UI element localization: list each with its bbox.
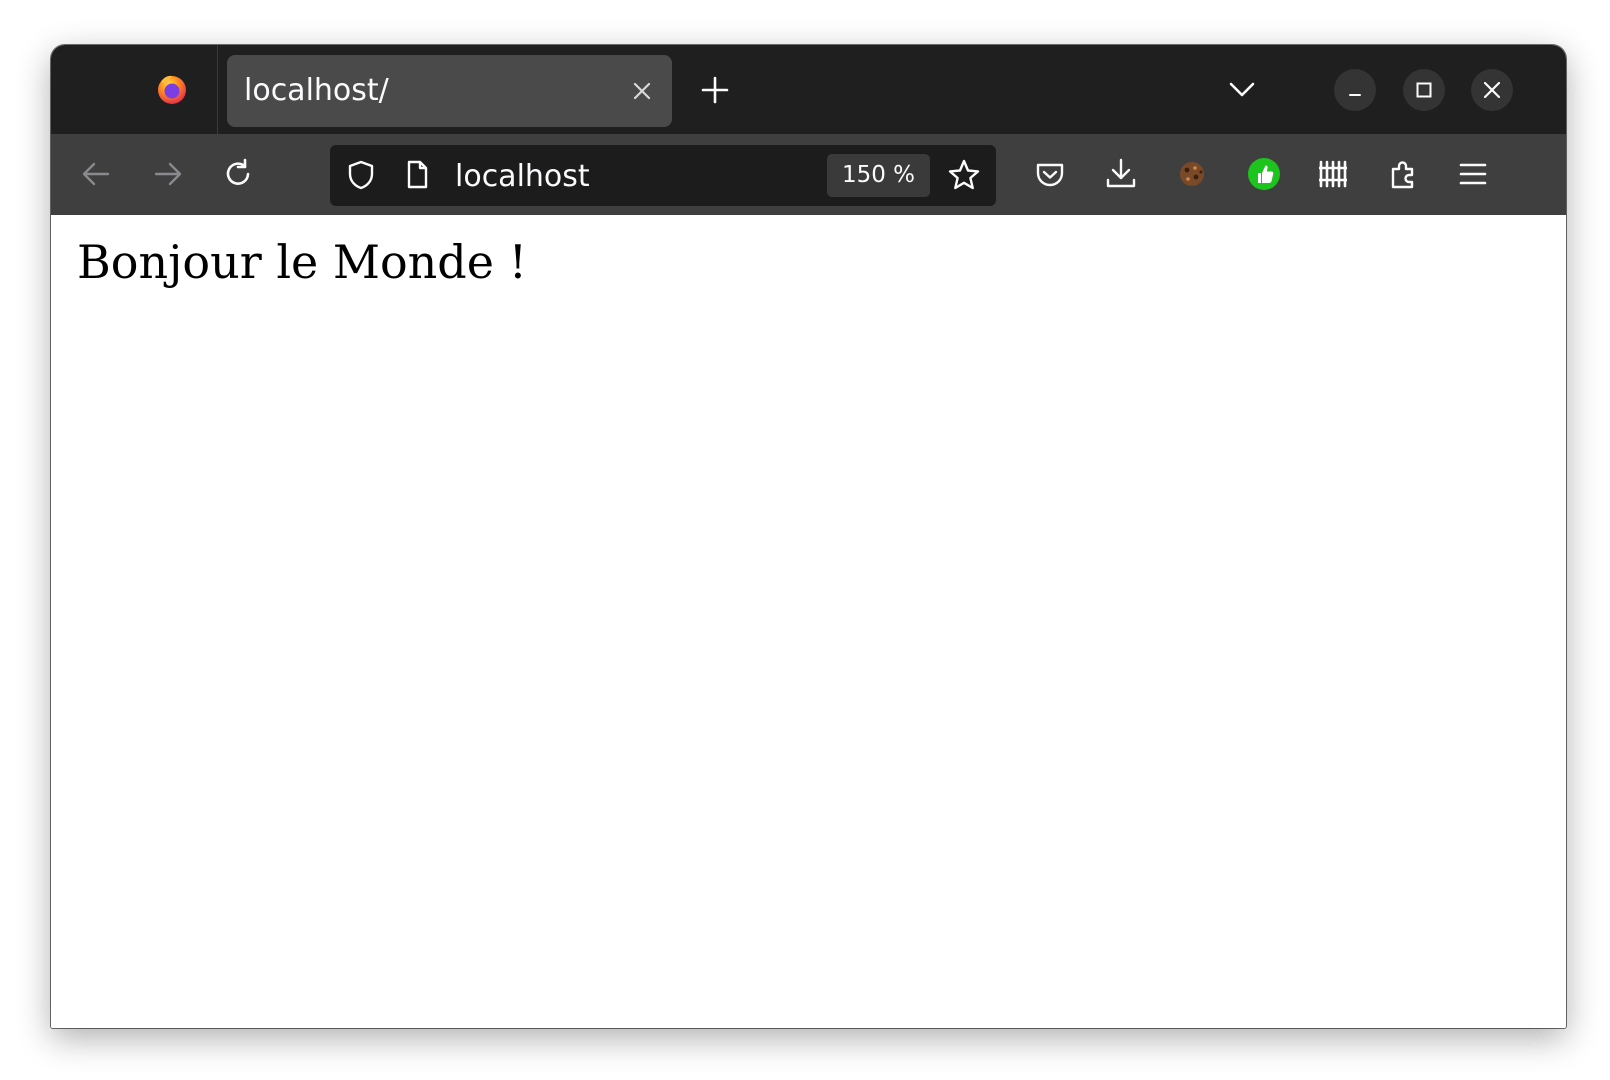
- maximize-icon: [1416, 82, 1432, 98]
- download-icon[interactable]: [1104, 157, 1138, 191]
- tab-strip: localhost/: [51, 45, 1566, 134]
- pocket-icon[interactable]: [1033, 157, 1067, 191]
- extensions-icon[interactable]: [1387, 157, 1421, 191]
- library-icon[interactable]: [1316, 157, 1350, 191]
- thumbs-up-extension-icon[interactable]: [1247, 157, 1281, 191]
- firefox-logo-icon[interactable]: [155, 72, 189, 106]
- chevron-down-icon[interactable]: [1228, 76, 1256, 102]
- tab-active[interactable]: localhost/: [227, 55, 672, 127]
- minimize-icon: [1349, 94, 1361, 96]
- plus-icon[interactable]: [699, 74, 731, 106]
- minimize-button[interactable]: [1334, 69, 1376, 111]
- browser-window: localhost/ localhost 150 % Bonjour le Mo…: [51, 45, 1566, 1028]
- page-heading: Bonjour le Monde !: [77, 235, 528, 289]
- zoom-level-button[interactable]: 150 %: [827, 154, 930, 197]
- star-icon[interactable]: [947, 158, 981, 192]
- desktop-background: localhost/ localhost 150 % Bonjour le Mo…: [0, 0, 1610, 1080]
- shield-icon[interactable]: [344, 158, 378, 192]
- url-text[interactable]: localhost: [455, 159, 590, 194]
- close-icon: [1483, 81, 1501, 99]
- tab-title: localhost/: [244, 73, 389, 108]
- page-icon[interactable]: [400, 158, 434, 192]
- maximize-button[interactable]: [1403, 69, 1445, 111]
- menu-icon[interactable]: [1456, 157, 1490, 191]
- tab-separator: [217, 45, 218, 134]
- close-icon[interactable]: [630, 79, 654, 103]
- page-content: Bonjour le Monde !: [51, 215, 1566, 1028]
- window-close-button[interactable]: [1471, 69, 1513, 111]
- arrow-right-icon[interactable]: [151, 157, 185, 191]
- arrow-left-icon[interactable]: [79, 157, 113, 191]
- cookie-icon[interactable]: [1175, 157, 1209, 191]
- navigation-toolbar: localhost 150 %: [51, 134, 1566, 215]
- url-bar[interactable]: localhost 150 %: [330, 145, 996, 206]
- reload-icon[interactable]: [221, 157, 255, 191]
